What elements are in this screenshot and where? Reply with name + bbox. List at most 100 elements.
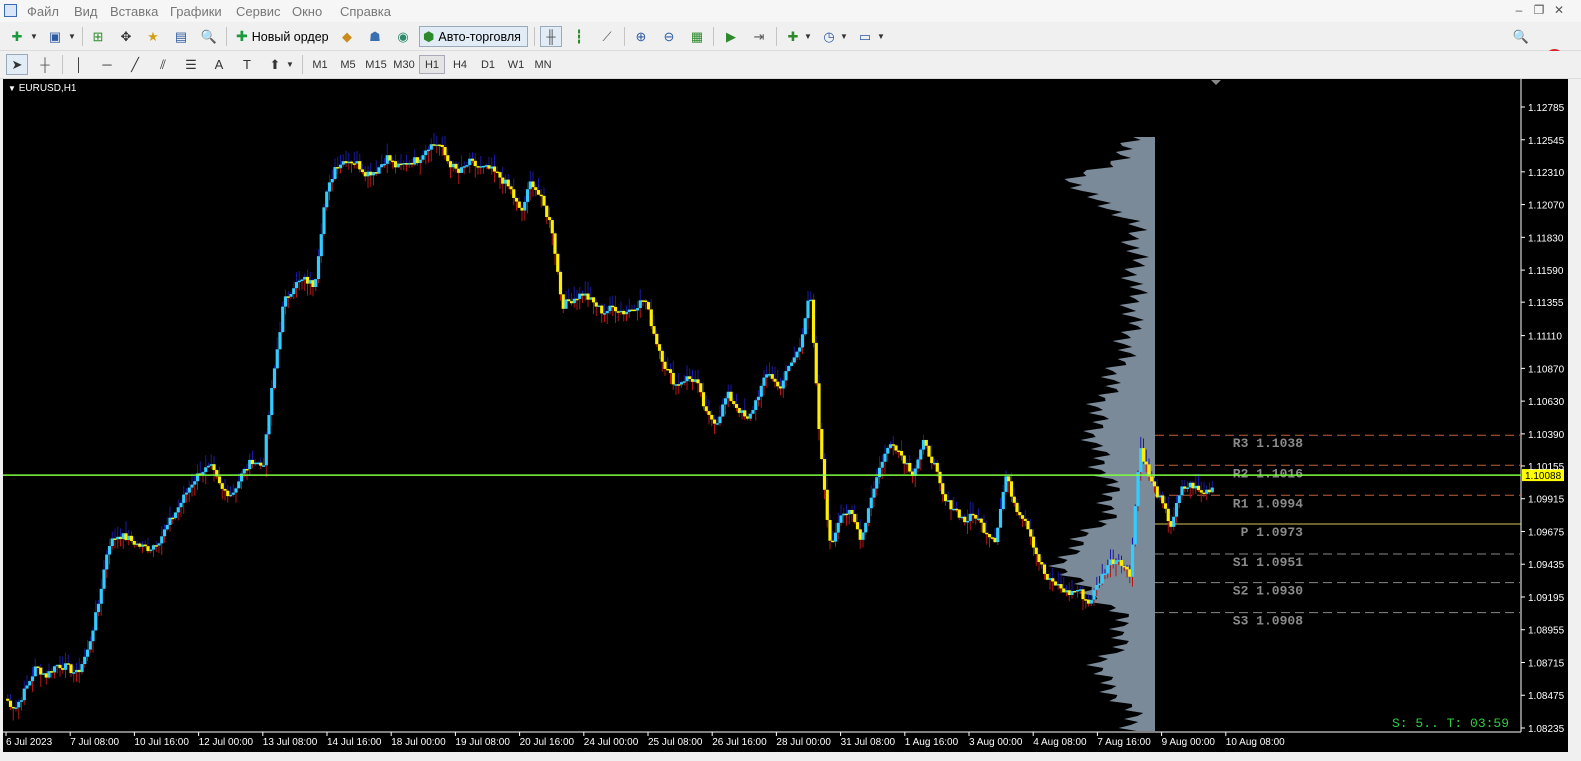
candle-body bbox=[894, 445, 898, 451]
time-tick-label: 20 Jul 16:00 bbox=[520, 737, 575, 748]
menu-window[interactable]: Окно bbox=[292, 4, 322, 19]
crosshair-icon[interactable]: ┼ bbox=[34, 54, 56, 75]
bar-chart-icon[interactable]: ╫ bbox=[540, 26, 562, 47]
menu-charts[interactable]: Графики bbox=[170, 4, 222, 19]
auto-scroll-icon[interactable]: ▶ bbox=[720, 26, 742, 47]
text-label-icon[interactable]: T bbox=[236, 54, 258, 75]
candle-body bbox=[113, 538, 117, 540]
chevron-down-icon[interactable]: ▼ bbox=[284, 54, 296, 75]
candle-body bbox=[292, 288, 296, 295]
indicators-icon[interactable]: ✚ bbox=[782, 26, 804, 47]
equidistant-channel-icon[interactable]: ⫽ bbox=[152, 54, 174, 75]
timeframe-d1[interactable]: D1 bbox=[475, 55, 501, 74]
arrows-icon[interactable]: ⬆ bbox=[264, 54, 286, 75]
search-icon[interactable]: 🔍 bbox=[1510, 26, 1532, 47]
chevron-down-icon[interactable]: ▼ bbox=[802, 26, 814, 47]
timeframe-w1[interactable]: W1 bbox=[503, 55, 529, 74]
candle-body bbox=[1130, 544, 1135, 577]
minimize-icon[interactable]: ‒ bbox=[1512, 3, 1526, 17]
close-icon[interactable]: ✕ bbox=[1552, 3, 1566, 17]
candle-body bbox=[1001, 491, 1005, 509]
menu-tools[interactable]: Сервис bbox=[236, 4, 281, 19]
separator bbox=[776, 27, 777, 46]
standard-toolbar: ✚ ▼ ▣ ▼ ⊞ ✥ ★ ▤ 🔍 ✚ Новый ордер ◆ ☗ ◉ ⬢ … bbox=[0, 23, 1581, 66]
strategy-tester-icon[interactable]: 🔍 bbox=[198, 26, 220, 47]
candle-body bbox=[143, 544, 147, 547]
candle-body bbox=[946, 500, 950, 502]
candle-body bbox=[536, 190, 541, 195]
time-tick-label: 19 Jul 08:00 bbox=[455, 737, 510, 748]
candle-body bbox=[94, 612, 98, 631]
menu-file[interactable]: Файл bbox=[27, 4, 59, 19]
navigator-icon[interactable]: ★ bbox=[142, 26, 164, 47]
chart-window[interactable]: R3 1.1038 R2 1.1016 R1 1.0994 P 1.0973 S1 1.… bbox=[3, 79, 1568, 752]
timeframe-mn[interactable]: MN bbox=[530, 55, 556, 74]
data-window-icon[interactable]: ✥ bbox=[115, 26, 137, 47]
signals-icon[interactable]: ◉ bbox=[392, 26, 414, 47]
candle-body bbox=[129, 535, 134, 541]
new-order-button[interactable]: ✚ Новый ордер bbox=[232, 26, 336, 47]
candle-body bbox=[737, 407, 741, 413]
line-chart-icon[interactable]: ⟋ bbox=[596, 26, 618, 47]
autotrading-button[interactable]: ⬢ Авто-торговля bbox=[419, 26, 528, 47]
chevron-down-icon[interactable]: ▼ bbox=[66, 26, 78, 47]
candlestick-icon[interactable]: ┇ bbox=[568, 26, 590, 47]
price-tick-label: 1.09195 bbox=[1528, 593, 1565, 604]
candle-body bbox=[435, 144, 439, 147]
zoom-out-icon[interactable]: ⊖ bbox=[658, 26, 680, 47]
chevron-down-icon[interactable]: ▼ bbox=[838, 26, 850, 47]
candle-body bbox=[138, 543, 142, 547]
timeframe-m1[interactable]: M1 bbox=[307, 55, 333, 74]
timeframe-m5[interactable]: M5 bbox=[335, 55, 361, 74]
cursor-icon[interactable]: ➤ bbox=[6, 54, 28, 75]
candle-body bbox=[591, 297, 596, 303]
timeframe-h4[interactable]: H4 bbox=[447, 55, 473, 74]
experts-icon[interactable]: ☗ bbox=[364, 26, 386, 47]
candle-body bbox=[520, 207, 524, 211]
chevron-down-icon[interactable]: ▼ bbox=[8, 84, 16, 93]
templates-icon[interactable]: ▭ bbox=[854, 26, 876, 47]
chart-symbol-title: ▼ EURUSD,H1 bbox=[8, 83, 77, 94]
candle-body bbox=[1210, 487, 1214, 493]
candle-body bbox=[402, 163, 406, 165]
candle-body bbox=[110, 538, 114, 547]
candle-body bbox=[842, 513, 846, 516]
timeframe-m30[interactable]: M30 bbox=[391, 55, 417, 74]
time-tick-label: 12 Jul 00:00 bbox=[199, 737, 254, 748]
candle-body bbox=[121, 533, 125, 540]
candle-body bbox=[671, 372, 675, 385]
profiles-icon[interactable]: ▣ bbox=[44, 26, 66, 47]
fibonacci-icon[interactable]: ☰ bbox=[180, 54, 202, 75]
menu-view[interactable]: Вид bbox=[74, 4, 98, 19]
candle-body bbox=[446, 155, 450, 162]
menu-insert[interactable]: Вставка bbox=[110, 4, 158, 19]
timeframe-h1[interactable]: H1 bbox=[419, 55, 445, 74]
restore-icon[interactable]: ❐ bbox=[1532, 3, 1546, 17]
candle-body bbox=[470, 158, 475, 161]
market-watch-icon[interactable]: ⊞ bbox=[87, 26, 109, 47]
terminal-icon[interactable]: ▤ bbox=[170, 26, 192, 47]
candle-body bbox=[184, 492, 189, 495]
separator bbox=[226, 27, 227, 46]
candle-body bbox=[770, 374, 774, 379]
periods-icon[interactable]: ◷ bbox=[818, 26, 840, 47]
chart-shift-icon[interactable]: ⇥ bbox=[748, 26, 770, 47]
metaeditor-icon[interactable]: ◆ bbox=[336, 26, 358, 47]
chevron-down-icon[interactable]: ▼ bbox=[28, 26, 40, 47]
chevron-down-icon[interactable]: ▼ bbox=[875, 26, 887, 47]
horizontal-line-icon[interactable]: ─ bbox=[96, 54, 118, 75]
candle-body bbox=[908, 462, 912, 472]
candle-body bbox=[1084, 599, 1088, 601]
candle-body bbox=[468, 158, 472, 166]
trendline-icon[interactable]: ╱ bbox=[124, 54, 146, 75]
text-icon[interactable]: A bbox=[208, 54, 230, 75]
tile-windows-icon[interactable]: ▦ bbox=[686, 26, 708, 47]
timeframe-m15[interactable]: M15 bbox=[363, 55, 389, 74]
candle-body bbox=[1174, 503, 1179, 517]
menu-help[interactable]: Справка bbox=[340, 4, 391, 19]
price-chart[interactable]: R3 1.1038 R2 1.1016 R1 1.0994 P 1.0973 S1 1.… bbox=[3, 79, 1568, 752]
new-chart-icon[interactable]: ✚ bbox=[6, 26, 28, 47]
vertical-line-icon[interactable]: │ bbox=[68, 54, 90, 75]
zoom-in-icon[interactable]: ⊕ bbox=[630, 26, 652, 47]
candle-body bbox=[575, 298, 579, 301]
